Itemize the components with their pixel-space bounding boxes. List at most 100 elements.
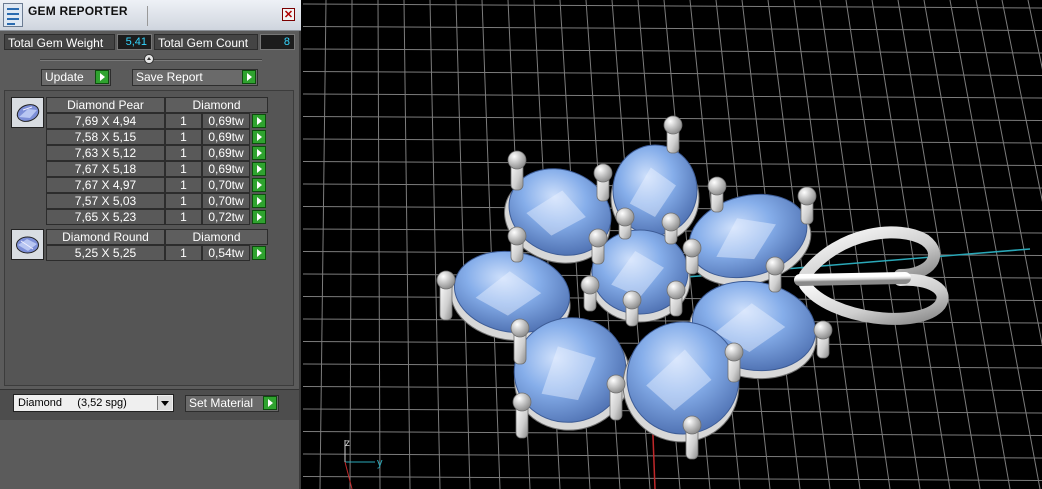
grid-line	[303, 48, 1042, 54]
gem-size-cell: 7,63 X 5,12	[46, 145, 165, 161]
grid-line	[303, 476, 1042, 481]
set-material-button-label: Set Material	[189, 396, 254, 410]
chevron-down-icon	[157, 396, 172, 410]
select-gem-button[interactable]	[252, 114, 266, 128]
gem-weight-cell: 0,69tw	[202, 145, 250, 161]
select-gem-button[interactable]	[252, 146, 266, 160]
prong-tip	[507, 226, 527, 246]
prong-tip	[765, 256, 785, 276]
group-material-header: Diamond	[165, 97, 268, 113]
set-material-button[interactable]: Set Material	[185, 395, 279, 412]
round-gem-thumbnail[interactable]	[11, 229, 44, 260]
gem-weight-cell: 0,70tw	[202, 193, 250, 209]
panel-title: GEM REPORTER	[28, 4, 128, 18]
prong-tip	[682, 238, 702, 258]
3d-viewport[interactable]: z y	[303, 0, 1042, 489]
gem-list: Diamond Pear Diamond 7,69 X 4,94 1 0,69t…	[4, 90, 294, 386]
select-gem-button[interactable]	[252, 130, 266, 144]
table-row[interactable]: 7,58 X 5,15 1 0,69tw	[46, 129, 270, 145]
grid-line	[319, 0, 327, 489]
select-gem-button[interactable]	[252, 162, 266, 176]
grid-line	[403, 0, 411, 489]
gem-weight-cell: 0,54tw	[202, 245, 250, 261]
grid-line	[377, 0, 381, 489]
prong-tip	[593, 163, 613, 183]
prong-tip	[813, 320, 833, 340]
prong-tip	[663, 115, 683, 135]
prong-tip	[510, 318, 530, 338]
table-row[interactable]: 7,67 X 4,97 1 0,70tw	[46, 177, 270, 193]
gem-size-cell: 7,65 X 5,23	[46, 209, 165, 225]
group-shape-header: Diamond Round	[46, 229, 165, 245]
gem-size-cell: 7,67 X 5,18	[46, 161, 165, 177]
table-row[interactable]: 7,65 X 5,23 1 0,72tw	[46, 209, 270, 225]
gem-qty-cell: 1	[165, 177, 202, 193]
select-gem-button[interactable]	[252, 194, 266, 208]
grid-line	[303, 26, 1042, 31]
table-row[interactable]: 7,63 X 5,12 1 0,69tw	[46, 145, 270, 161]
viewport-canvas: z y	[303, 0, 1042, 489]
total-gem-weight-value: 5,41	[117, 34, 152, 50]
z-axis-label: z	[345, 438, 350, 449]
prong-tip	[436, 270, 456, 290]
grid-line	[975, 0, 1042, 346]
gem-qty-cell: 1	[165, 193, 202, 209]
prong-tip	[724, 342, 744, 362]
table-row[interactable]: 7,57 X 5,03 1 0,70tw	[46, 193, 270, 209]
grid-line	[303, 71, 1042, 76]
gem-reporter-panel: GEM REPORTER ✕ Total Gem Weight 5,41 Tot…	[0, 0, 301, 489]
gem-weight-cell: 0,69tw	[202, 161, 250, 177]
gem-cluster	[436, 115, 833, 460]
gem-weight-cell: 0,69tw	[202, 129, 250, 145]
save-report-button[interactable]: Save Report	[132, 69, 258, 86]
gem-size-cell: 5,25 X 5,25	[46, 245, 165, 261]
update-button[interactable]: Update	[41, 69, 111, 86]
select-gem-button[interactable]	[252, 210, 266, 224]
total-gem-count-value: 8	[260, 34, 295, 50]
prong-tip	[606, 374, 626, 394]
prong-tip	[707, 176, 727, 196]
grid-line	[455, 0, 471, 489]
table-row[interactable]: 7,69 X 4,94 1 0,69tw	[46, 113, 270, 129]
prong-tip	[666, 280, 686, 300]
group-material-header: Diamond	[165, 229, 268, 245]
collapse-handle-icon[interactable]	[144, 54, 154, 64]
table-row[interactable]: 7,67 X 5,18 1 0,69tw	[46, 161, 270, 177]
gem-size-cell: 7,67 X 4,97	[46, 177, 165, 193]
group-shape-header: Diamond Pear	[46, 97, 165, 113]
title-separator	[147, 6, 148, 26]
gem-reporter-app-icon	[3, 3, 23, 27]
play-icon	[95, 70, 109, 84]
select-gem-button[interactable]	[252, 246, 266, 260]
gem-size-cell: 7,58 X 5,15	[46, 129, 165, 145]
grid-line	[481, 0, 501, 489]
prong-tip	[682, 415, 702, 435]
gem-qty-cell: 1	[165, 245, 202, 261]
pear-gem-thumbnail[interactable]	[11, 97, 44, 128]
grid-line	[303, 453, 1042, 459]
total-gem-count-label: Total Gem Count	[154, 34, 258, 50]
prong-tip	[580, 275, 600, 295]
grid-line	[1027, 0, 1042, 70]
prong-tip	[588, 228, 608, 248]
table-row[interactable]: 5,25 X 5,25 1 0,54tw	[46, 245, 270, 261]
update-button-label: Update	[45, 70, 84, 84]
gem-weight-cell: 0,69tw	[202, 113, 250, 129]
grid-line	[871, 0, 951, 489]
gem-weight-cell: 0,70tw	[202, 177, 250, 193]
grid-line	[949, 0, 1041, 489]
material-select[interactable]: Diamond (3,52 spg)	[13, 394, 174, 412]
prong-tip	[615, 207, 635, 227]
gem-qty-cell: 1	[165, 113, 202, 129]
grid-line	[303, 3, 1042, 9]
grid-line	[303, 318, 1042, 324]
prong-tip	[661, 212, 681, 232]
select-gem-button[interactable]	[252, 178, 266, 192]
y-axis-label: y	[377, 457, 383, 469]
prong-tip	[512, 392, 532, 412]
gem-qty-cell: 1	[165, 209, 202, 225]
close-button[interactable]: ✕	[282, 8, 295, 21]
grid-line	[429, 0, 441, 489]
gem-weight-cell: 0,72tw	[202, 209, 250, 225]
panel-titlebar: GEM REPORTER ✕	[0, 0, 301, 31]
